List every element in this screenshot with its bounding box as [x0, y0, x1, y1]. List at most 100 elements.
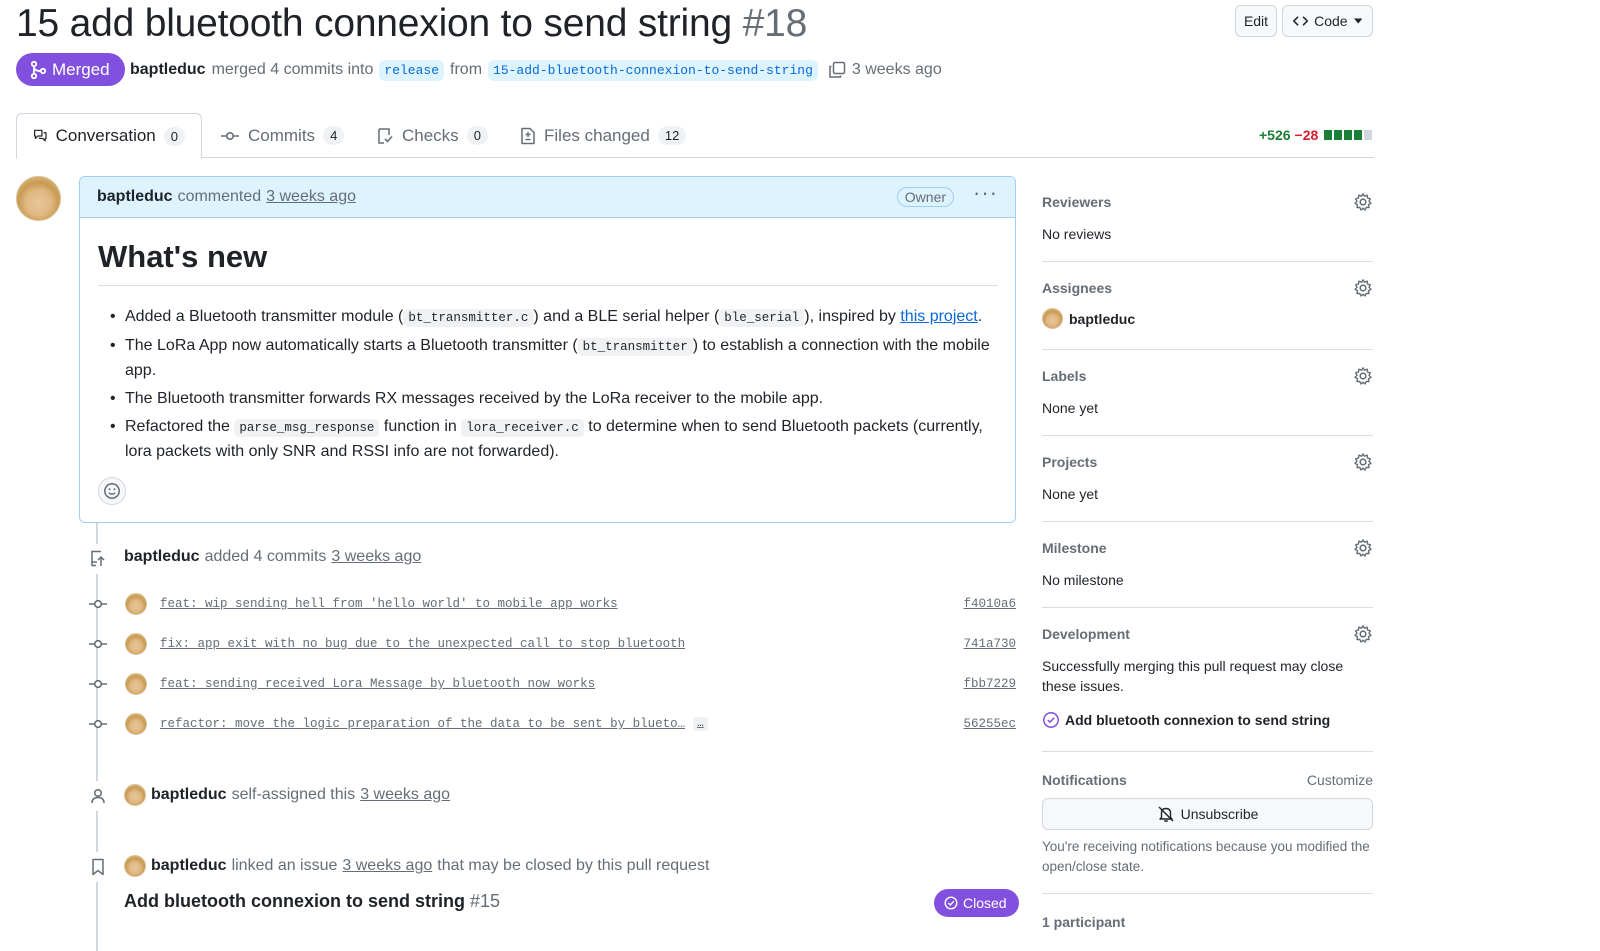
- base-branch[interactable]: release: [379, 59, 445, 81]
- kebab-menu-icon[interactable]: ···: [973, 182, 998, 206]
- commit-avatar[interactable]: [125, 593, 147, 615]
- milestone-header[interactable]: Milestone: [1042, 538, 1373, 558]
- self-assigned-event: baptleduc self-assigned this 3 weeks ago: [124, 784, 450, 806]
- diffstat[interactable]: +526 −28: [1259, 127, 1373, 143]
- tab-files-changed-label: Files changed: [544, 125, 650, 145]
- event-avatar[interactable]: [124, 855, 146, 877]
- head-branch[interactable]: 15-add-bluetooth-connexion-to-send-strin…: [488, 59, 818, 81]
- diffstat-block: [1364, 130, 1373, 140]
- edit-button[interactable]: Edit: [1235, 5, 1277, 37]
- event-time[interactable]: 3 weeks ago: [331, 548, 421, 566]
- gear-icon[interactable]: [1353, 366, 1373, 386]
- gear-icon[interactable]: [1353, 452, 1373, 472]
- commit-message[interactable]: refactor: move the logic preparation of …: [160, 717, 708, 731]
- author-avatar[interactable]: [16, 176, 61, 221]
- customize-link[interactable]: Customize: [1307, 772, 1373, 788]
- gear-icon[interactable]: [1353, 192, 1373, 212]
- diffstat-additions: +526: [1259, 127, 1291, 143]
- gear-icon[interactable]: [1353, 538, 1373, 558]
- commit-avatar[interactable]: [125, 633, 147, 655]
- expand-commit-button[interactable]: …: [693, 717, 708, 731]
- commit-sha[interactable]: 741a730: [963, 637, 1016, 651]
- projects-section: Projects None yet: [1042, 452, 1373, 522]
- list-item: Added a Bluetooth transmitter module (bt…: [105, 305, 1000, 330]
- add-reaction-button[interactable]: [98, 477, 126, 505]
- checklist-icon: [378, 127, 393, 144]
- merged-text: merged 4 commits into: [211, 61, 374, 78]
- commit-sha[interactable]: fbb7229: [963, 677, 1016, 691]
- assignees-header[interactable]: Assignees: [1042, 278, 1373, 298]
- assignee-avatar: [1042, 308, 1063, 329]
- diffstat-deletions: −28: [1294, 127, 1319, 143]
- milestone-value: No milestone: [1042, 572, 1124, 588]
- commit-avatar[interactable]: [125, 673, 147, 695]
- pr-meta-line: baptleduc merged 4 commits into release …: [130, 57, 942, 83]
- edit-button-label: Edit: [1243, 13, 1269, 29]
- gear-icon[interactable]: [1353, 278, 1373, 298]
- text: Refactored the: [125, 418, 235, 435]
- tab-conversation-label: Conversation: [55, 126, 156, 145]
- event-author[interactable]: baptleduc: [151, 786, 227, 804]
- tab-conversation[interactable]: Conversation 0: [16, 113, 202, 159]
- event-author[interactable]: baptleduc: [124, 548, 200, 566]
- event-action: added 4 commits: [204, 548, 327, 565]
- inline-code: parse_msg_response: [234, 419, 380, 437]
- linked-issue-title-text: Add bluetooth connexion to send string: [124, 891, 465, 911]
- pr-title-text: 15 add bluetooth connexion to send strin…: [16, 2, 733, 45]
- pr-tabs: Conversation 0 Commits 4 Checks 0 Files …: [16, 113, 1374, 159]
- project-link[interactable]: this project: [900, 308, 977, 325]
- event-time[interactable]: 3 weeks ago: [342, 857, 432, 875]
- event-avatar[interactable]: [124, 784, 146, 806]
- code-button[interactable]: Code: [1282, 5, 1373, 37]
- commit-message-text: refactor: move the logic preparation of …: [160, 717, 686, 731]
- author-link[interactable]: baptleduc: [130, 61, 206, 79]
- comment-author[interactable]: baptleduc: [97, 188, 173, 206]
- commit-sha[interactable]: 56255ec: [963, 717, 1016, 731]
- commit-message[interactable]: feat: wip sending hell from 'hello world…: [160, 597, 618, 611]
- comment-action: commented: [177, 188, 262, 205]
- commit-row: feat: sending received Lora Message by b…: [84, 671, 1016, 697]
- copy-icon[interactable]: [828, 61, 846, 79]
- event-action: linked an issue: [231, 857, 338, 874]
- text: The Bluetooth transmitter forwards RX me…: [125, 390, 824, 407]
- commit-avatar[interactable]: [125, 713, 147, 735]
- text: ) and a BLE serial helper (: [533, 308, 720, 325]
- unsubscribe-label: Unsubscribe: [1180, 806, 1259, 822]
- commit-message[interactable]: fix: app exit with no bug due to the une…: [160, 637, 685, 651]
- development-issue-link[interactable]: Add bluetooth connexion to send string: [1042, 711, 1373, 729]
- notifications-section: Notifications Customize Unsubscribe You'…: [1042, 772, 1373, 894]
- changes-list: Added a Bluetooth transmitter module ( bt…: [105, 305, 1000, 468]
- labels-header[interactable]: Labels: [1042, 366, 1373, 386]
- tab-files-changed[interactable]: Files changed 12: [504, 113, 702, 158]
- tab-commits[interactable]: Commits 4: [204, 113, 360, 158]
- commit-sha[interactable]: f4010a6: [963, 597, 1016, 611]
- participants-label: 1 participant: [1042, 914, 1126, 930]
- commit-message[interactable]: feat: sending received Lora Message by b…: [160, 677, 595, 691]
- development-label: Development: [1042, 626, 1130, 642]
- labels-label: Labels: [1042, 368, 1087, 384]
- gear-icon[interactable]: [1353, 624, 1373, 644]
- assignee-item[interactable]: baptleduc: [1042, 308, 1373, 329]
- person-icon: [83, 781, 113, 811]
- text: Added a Bluetooth transmitter module (: [125, 308, 404, 325]
- issue-closed-icon: [1043, 712, 1059, 728]
- comment-time[interactable]: 3 weeks ago: [266, 188, 356, 206]
- projects-label: Projects: [1042, 454, 1098, 470]
- event-time[interactable]: 3 weeks ago: [360, 786, 450, 804]
- tab-checks[interactable]: Checks 0: [360, 113, 504, 158]
- assignee-name: baptleduc: [1069, 310, 1136, 327]
- merge-time: 3 weeks ago: [851, 61, 942, 78]
- development-header[interactable]: Development: [1042, 624, 1373, 644]
- commit-message-text: fix: app exit with no bug due to the une…: [160, 637, 686, 651]
- linked-issue-number: #15: [470, 891, 501, 911]
- comment-header: baptleduc commented 3 weeks ago Owner ··…: [80, 177, 1015, 218]
- unsubscribe-button[interactable]: Unsubscribe: [1042, 798, 1373, 830]
- linked-issue-title[interactable]: Add bluetooth connexion to send string #…: [124, 891, 500, 912]
- event-author[interactable]: baptleduc: [151, 857, 227, 875]
- assignees-section: Assignees baptleduc: [1042, 278, 1373, 350]
- reviewers-header[interactable]: Reviewers: [1042, 192, 1373, 212]
- pr-number: #18: [742, 2, 808, 45]
- projects-header[interactable]: Projects: [1042, 452, 1373, 472]
- inline-code: lora_receiver.c: [461, 419, 584, 437]
- inline-code: bt_transmitter: [577, 338, 693, 356]
